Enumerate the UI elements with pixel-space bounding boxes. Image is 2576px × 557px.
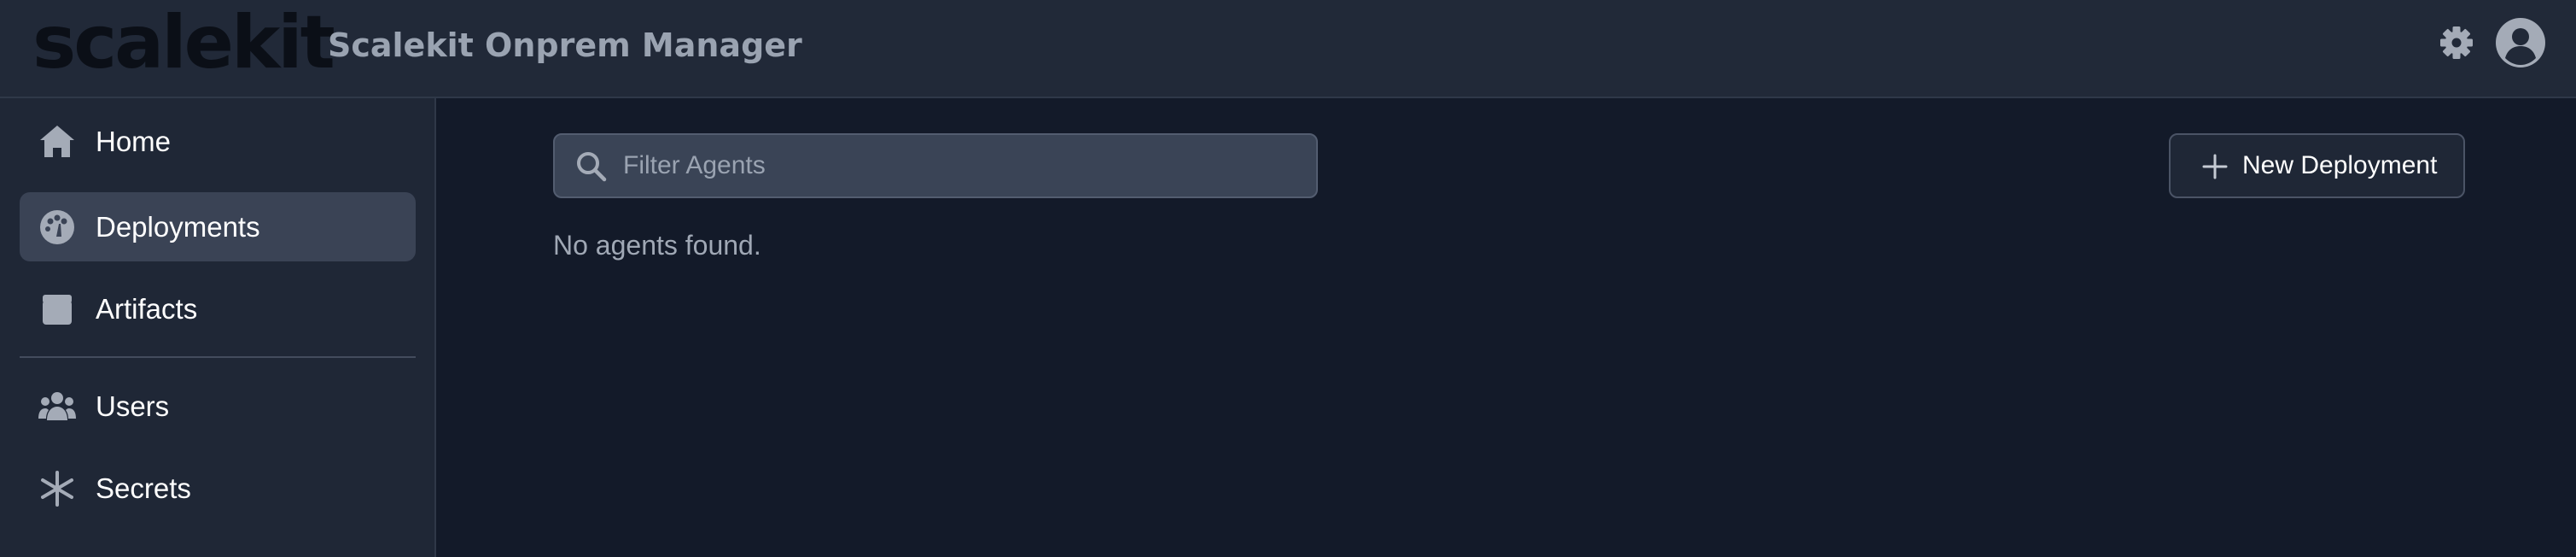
settings-gear-icon[interactable] [2439, 25, 2474, 61]
new-deployment-button[interactable]: New Deployment [2169, 133, 2465, 198]
sidebar-divider [20, 356, 416, 358]
empty-state-message: No agents found. [553, 230, 761, 261]
dashboard-gauge-icon [38, 208, 76, 246]
filter-agents-field[interactable] [553, 133, 1318, 198]
users-icon [38, 388, 76, 425]
top-header: scalekit Scalekit Onprem Manager [0, 0, 2576, 98]
sidebar-item-label: Artifacts [96, 293, 198, 325]
sidebar-item-secrets[interactable]: Secrets [20, 454, 416, 523]
archive-box-icon [38, 290, 76, 328]
sidebar-item-label: Home [96, 126, 172, 157]
sidebar-item-artifacts[interactable]: Artifacts [20, 274, 416, 343]
sidebar: Home Deployments Artifacts Users Secrets [0, 98, 436, 557]
sidebar-item-label: Secrets [96, 472, 191, 504]
scalekit-logo[interactable]: scalekit [32, 3, 335, 82]
user-account-icon[interactable] [2496, 18, 2545, 67]
sidebar-item-label: Users [96, 390, 170, 422]
filter-agents-input[interactable] [623, 135, 1297, 196]
app-title: Scalekit Onprem Manager [328, 26, 802, 64]
plus-icon [2201, 153, 2229, 180]
sidebar-item-home[interactable]: Home [20, 107, 416, 176]
new-deployment-label: New Deployment [2242, 151, 2438, 179]
home-icon [38, 123, 76, 161]
sidebar-item-users[interactable]: Users [20, 372, 416, 441]
sidebar-item-label: Deployments [96, 211, 260, 243]
asterisk-icon [38, 470, 76, 507]
search-icon [575, 150, 608, 183]
sidebar-item-deployments[interactable]: Deployments [20, 192, 416, 261]
